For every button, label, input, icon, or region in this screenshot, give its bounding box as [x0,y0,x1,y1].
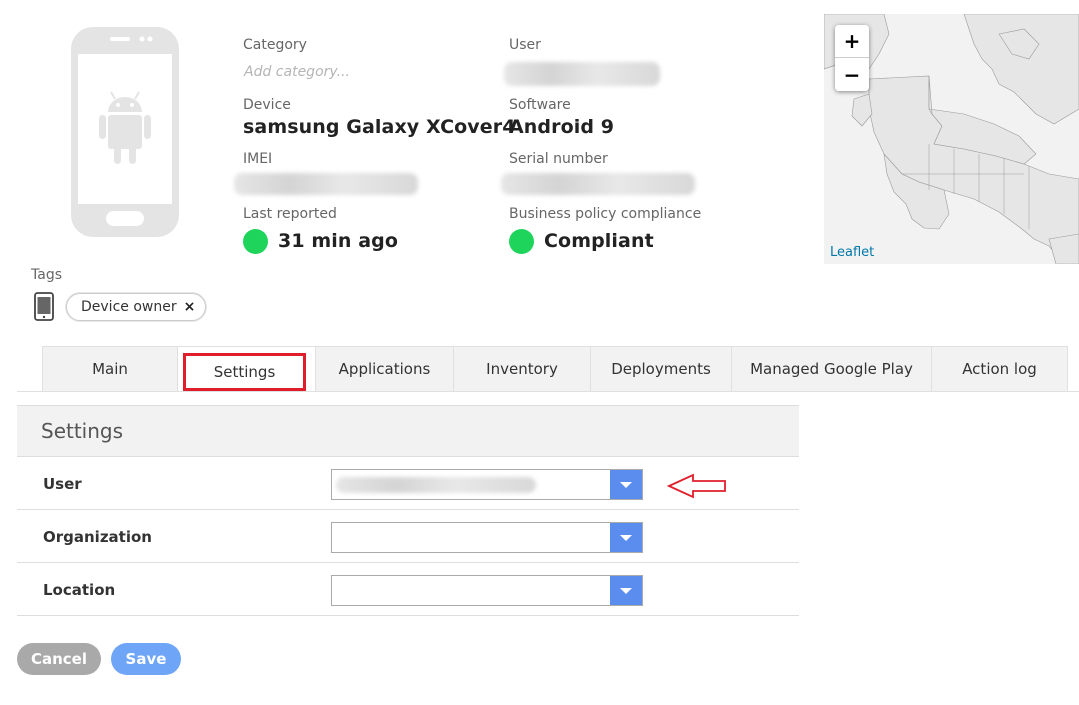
save-button[interactable]: Save [111,643,181,675]
device-phone-icon [71,27,179,237]
software-value: Android 9 [509,116,615,138]
organization-dropdown-button[interactable] [610,523,642,552]
location-dropdown-button[interactable] [610,576,642,605]
tab-settings[interactable]: Settings [178,346,316,392]
tab-inventory[interactable]: Inventory [454,346,591,392]
settings-tab-highlight: Settings [183,353,306,391]
serial-value-redacted [501,173,695,195]
last-reported-value: 31 min ago [243,229,398,254]
imei-label: IMEI [243,151,273,167]
tab-bar: Main Settings Applications Inventory Dep… [42,346,1068,392]
compliance-text: Compliant [544,230,654,252]
tag-label: Device owner [81,299,177,315]
user-dropdown-button[interactable] [610,470,642,499]
user-value-redacted [504,62,660,86]
tab-divider [17,391,1079,392]
organization-row: Organization [17,510,799,563]
tab-deployments[interactable]: Deployments [591,346,732,392]
zoom-out-button[interactable]: − [835,58,869,91]
settings-panel: Settings User Organization Location [17,405,799,617]
organization-field-label: Organization [43,527,152,546]
device-label: Device [243,97,291,113]
location-map[interactable]: + − Leaflet [824,14,1079,264]
last-reported-label: Last reported [243,206,337,222]
location-select[interactable] [331,575,643,606]
user-select[interactable] [331,469,643,500]
tab-label: Deployments [611,360,711,378]
category-label: Category [243,37,307,53]
user-field-label: User [43,474,82,493]
imei-value-redacted [234,173,418,195]
tab-applications[interactable]: Applications [316,346,454,392]
user-label: User [509,37,541,53]
tab-label: Main [92,360,128,378]
tab-label: Inventory [486,360,558,378]
organization-select[interactable] [331,522,643,553]
tag-device-owner: Device owner × [66,293,207,321]
leaflet-attribution-link[interactable]: Leaflet [830,245,874,260]
tab-main[interactable]: Main [42,346,178,392]
user-select-value-redacted [336,477,536,493]
tab-managed-google-play[interactable]: Managed Google Play [732,346,932,392]
remove-tag-icon[interactable]: × [184,299,196,315]
compliance-value: Compliant [509,229,654,254]
cancel-button[interactable]: Cancel [17,643,101,675]
compliance-indicator-icon [509,229,534,254]
location-row: Location [17,563,799,616]
chevron-down-icon [620,587,632,594]
tags-label: Tags [31,267,62,283]
annotation-arrow-icon [667,473,726,499]
tag-list: Device owner × [66,293,207,321]
zoom-control: + − [835,25,869,91]
chevron-down-icon [620,534,632,541]
settings-panel-title: Settings [17,406,799,457]
tab-label: Applications [338,360,431,378]
software-label: Software [509,97,571,113]
tab-label: Managed Google Play [750,360,913,378]
category-input[interactable]: Add category... [244,64,350,80]
phone-icon [34,292,54,321]
location-field-label: Location [43,580,116,599]
device-value: samsung Galaxy XCover4 [243,116,516,138]
serial-label: Serial number [509,151,608,167]
tab-label: Settings [213,363,276,381]
chevron-down-icon [620,481,632,488]
last-reported-text: 31 min ago [278,230,398,252]
zoom-in-button[interactable]: + [835,25,869,58]
status-indicator-icon [243,229,268,254]
tab-action-log[interactable]: Action log [932,346,1068,392]
tab-label: Action log [962,360,1037,378]
compliance-label: Business policy compliance [509,206,702,222]
